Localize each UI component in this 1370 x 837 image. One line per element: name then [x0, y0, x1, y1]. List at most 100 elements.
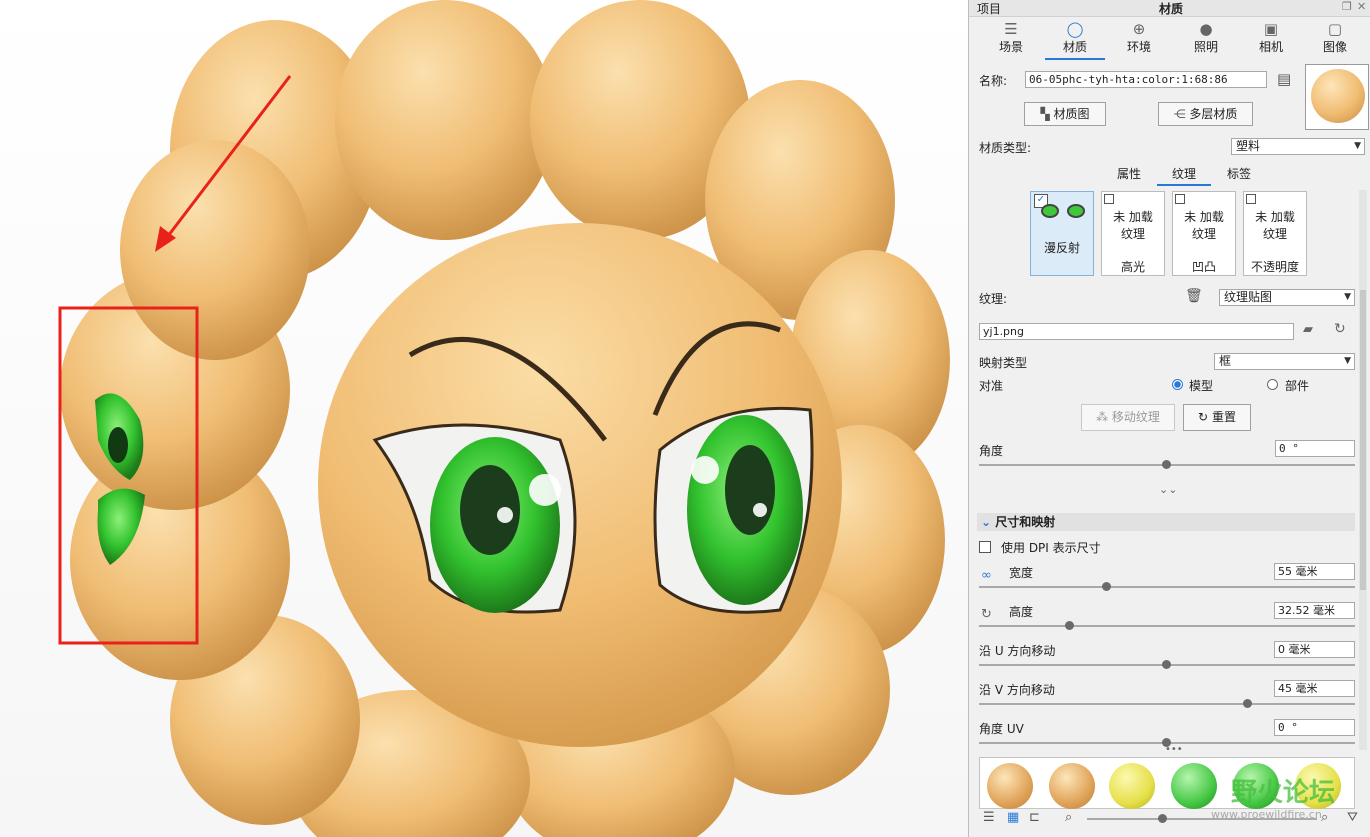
- zoom-in-icon[interactable]: ⌕: [1321, 810, 1328, 825]
- angle-slider-knob[interactable]: [1162, 460, 1171, 469]
- checkbox[interactable]: [1246, 194, 1256, 204]
- material-preview: [1305, 64, 1369, 130]
- globe-icon: ⊕: [1132, 20, 1146, 38]
- width-slider-knob[interactable]: [1102, 582, 1111, 591]
- checkbox[interactable]: [1104, 194, 1114, 204]
- angle-label: 角度: [979, 444, 1004, 458]
- move-u-field[interactable]: 0 毫米: [1274, 641, 1355, 658]
- move-texture-button[interactable]: ⁂ 移动纹理: [1081, 404, 1175, 431]
- list-icon: ☰: [1004, 20, 1018, 38]
- align-part-label: 部件: [1285, 379, 1310, 393]
- checkbox[interactable]: [1175, 194, 1185, 204]
- texture-card-diffuse[interactable]: ✓ 漫反射: [1030, 191, 1094, 276]
- tab-environment[interactable]: ⊕ 环境: [1109, 20, 1169, 58]
- height-slider[interactable]: [979, 625, 1355, 627]
- tab-camera[interactable]: ▣ 相机: [1241, 20, 1301, 58]
- align-model-label: 模型: [1189, 379, 1214, 393]
- grid-view-icon[interactable]: ▦: [1007, 810, 1019, 825]
- link-icon[interactable]: ∞: [981, 568, 992, 583]
- angle-uv-label: 角度 UV: [979, 722, 1024, 736]
- eyes-thumbnail: [1037, 200, 1089, 220]
- tab-lighting[interactable]: ● 照明: [1176, 20, 1236, 58]
- texture-card-bump[interactable]: 未 加载 纹理 凹凸: [1172, 191, 1236, 276]
- angle-uv-field[interactable]: 0 °: [1274, 719, 1355, 736]
- folder-open-icon[interactable]: ▰: [1303, 322, 1313, 337]
- move-v-slider-knob[interactable]: [1243, 699, 1252, 708]
- panel-header: 项目 材质 ❐ ✕: [969, 0, 1370, 17]
- preview-sphere: [1311, 69, 1365, 123]
- angle-field[interactable]: 0 °: [1275, 440, 1355, 457]
- tab-image[interactable]: ▢ 图像: [1305, 20, 1365, 58]
- panel-title: 材质: [1159, 2, 1184, 16]
- refresh-icon[interactable]: ↻: [1334, 321, 1346, 337]
- height-field[interactable]: 32.52 毫米: [1274, 602, 1355, 619]
- swatch-orange-2[interactable]: [1049, 763, 1095, 809]
- material-type-label: 材质类型:: [979, 141, 1032, 155]
- save-icon[interactable]: ▤: [1277, 70, 1291, 88]
- bulb-icon: ●: [1199, 20, 1213, 38]
- thumbnail-size-knob[interactable]: [1158, 814, 1167, 823]
- mapping-type-select[interactable]: 框 ▼: [1214, 353, 1355, 370]
- panel-scrollbar[interactable]: [1359, 190, 1367, 750]
- swatch-green-1[interactable]: [1171, 763, 1217, 809]
- tab-material[interactable]: ◯ 材质: [1045, 20, 1105, 60]
- texture-file-field[interactable]: yj1.png: [979, 323, 1294, 340]
- chevron-down-icon: ⌄: [981, 515, 992, 529]
- move-u-label: 沿 U 方向移动: [979, 644, 1056, 658]
- frame-icon: ▢: [1327, 20, 1343, 38]
- align-part-radio[interactable]: [1267, 379, 1278, 390]
- chevron-down-icon: ▼: [1344, 356, 1351, 366]
- filter-icon[interactable]: ⛛: [1347, 810, 1358, 825]
- reset-button[interactable]: ↻ 重置: [1183, 404, 1251, 431]
- move-v-slider[interactable]: [979, 703, 1355, 705]
- subtab-properties[interactable]: 属性: [1109, 164, 1149, 184]
- material-graph-button[interactable]: ▚ 材质图: [1024, 102, 1106, 126]
- more-dots-icon[interactable]: •••: [1165, 744, 1183, 755]
- render-viewport[interactable]: [0, 0, 968, 837]
- material-type-select[interactable]: 塑料 ▼: [1231, 138, 1365, 155]
- swap-icon[interactable]: ↻: [981, 607, 992, 622]
- right-eye: [653, 406, 814, 614]
- chevron-down-icon: ▼: [1354, 141, 1361, 151]
- swatch-yellow-1[interactable]: [1109, 763, 1155, 809]
- subtab-labels[interactable]: 标签: [1219, 164, 1259, 184]
- reset-icon: ↻: [1198, 410, 1209, 424]
- size-mapping-section-header[interactable]: ⌄ 尺寸和映射: [977, 513, 1355, 531]
- close-icon[interactable]: ✕: [1357, 0, 1366, 13]
- height-label: 高度: [1009, 605, 1034, 619]
- expand-more-icon[interactable]: ⌄⌄: [1159, 483, 1177, 496]
- tab-scene[interactable]: ☰ 场景: [981, 20, 1041, 58]
- material-ball-icon: ◯: [1066, 20, 1084, 38]
- graph-icon: ▚: [1040, 107, 1050, 121]
- subtab-texture[interactable]: 纹理: [1157, 164, 1211, 186]
- move-icon: ⁂: [1096, 410, 1109, 424]
- restore-icon[interactable]: ❐: [1342, 0, 1352, 13]
- list-view-icon[interactable]: ☰: [983, 810, 995, 825]
- width-slider[interactable]: [979, 586, 1355, 588]
- texture-label: 纹理:: [979, 292, 1008, 306]
- tree-view-icon[interactable]: ⊏: [1029, 810, 1040, 825]
- camera-icon: ▣: [1263, 20, 1279, 38]
- zoom-out-icon[interactable]: ⌕: [1065, 810, 1072, 825]
- project-title: 项目: [977, 2, 1002, 16]
- thumbnail-size-slider[interactable]: [1087, 818, 1317, 820]
- height-slider-knob[interactable]: [1065, 621, 1074, 630]
- swatch-orange-1[interactable]: [987, 763, 1033, 809]
- forum-watermark: 野火论坛: [1231, 778, 1336, 808]
- multilayer-material-button[interactable]: ⋲ 多层材质: [1158, 102, 1253, 126]
- material-name-field[interactable]: 06-05phc-tyh-hta:color:1:68:86: [1025, 71, 1267, 88]
- width-field[interactable]: 55 毫米: [1274, 563, 1355, 580]
- dpi-checkbox[interactable]: [979, 541, 991, 553]
- flower-render: [58, 0, 950, 837]
- texture-type-select[interactable]: 纹理贴图 ▼: [1219, 289, 1355, 306]
- trash-icon[interactable]: 🗑: [1185, 288, 1203, 304]
- layers-icon: ⋲: [1173, 107, 1186, 121]
- move-u-slider-knob[interactable]: [1162, 660, 1171, 669]
- move-v-label: 沿 V 方向移动: [979, 683, 1055, 697]
- texture-card-opacity[interactable]: 未 加载 纹理 不透明度: [1243, 191, 1307, 276]
- properties-panel: 项目 材质 ❐ ✕ ☰ 场景 ◯ 材质 ⊕ 环境 ● 照明 ▣ 相机 ▢ 图像 …: [968, 0, 1370, 837]
- scrollbar-thumb[interactable]: [1360, 290, 1366, 590]
- move-v-field[interactable]: 45 毫米: [1274, 680, 1355, 697]
- texture-card-specular[interactable]: 未 加载 纹理 高光: [1101, 191, 1165, 276]
- align-model-radio[interactable]: [1172, 379, 1183, 390]
